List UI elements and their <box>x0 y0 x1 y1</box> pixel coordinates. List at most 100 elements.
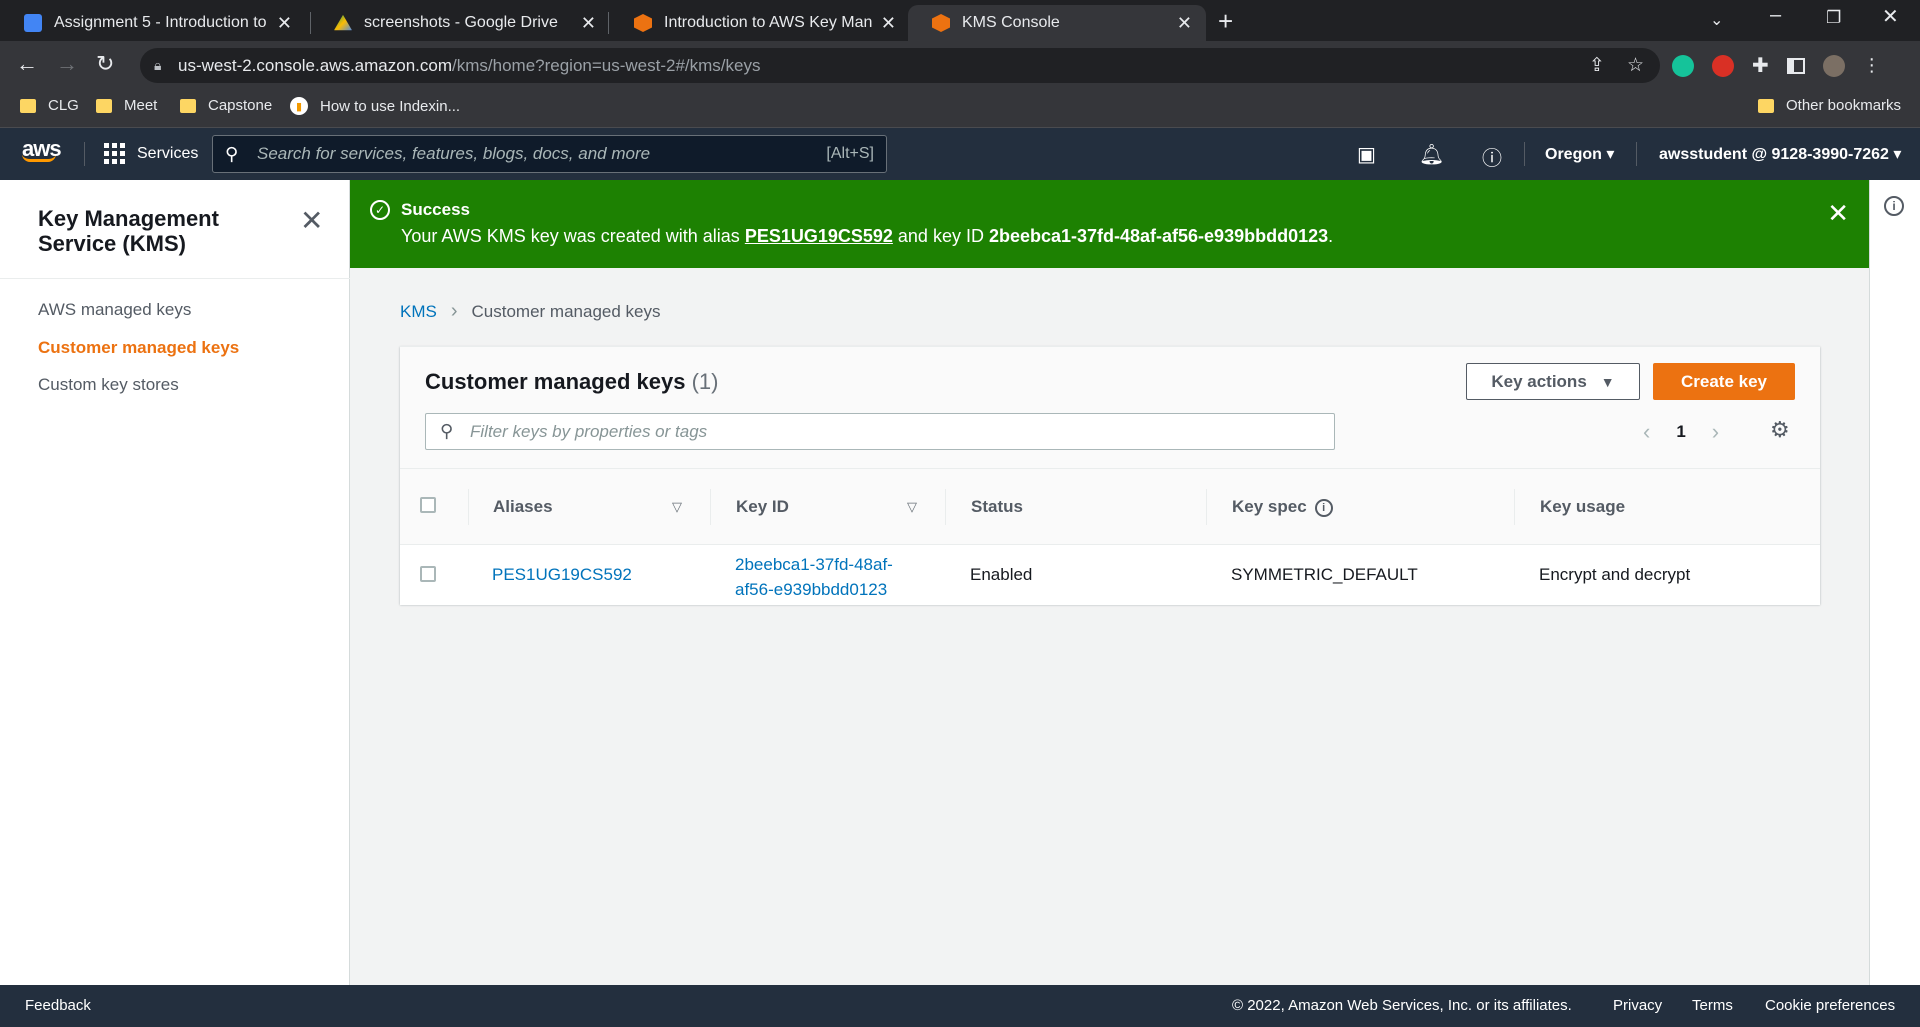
column-key-spec: Key spec i <box>1232 497 1333 517</box>
address-bar[interactable]: 🔒︎ us-west-2.console.aws.amazon.com/kms/… <box>140 48 1660 83</box>
privacy-link[interactable]: Privacy <box>1613 997 1662 1014</box>
bell-icon[interactable]: 🔔︎ <box>1419 142 1444 167</box>
tab-search-icon[interactable]: ⌄ <box>1710 10 1723 30</box>
extension-hand-icon[interactable] <box>1712 54 1734 77</box>
breadcrumb-kms[interactable]: KMS <box>400 302 437 322</box>
sort-icon[interactable]: ▽ <box>907 499 917 515</box>
browser-tab-kms-console[interactable]: KMS Console ✕ <box>908 5 1206 41</box>
flash-message: Your AWS KMS key was created with alias … <box>401 226 1334 246</box>
close-icon[interactable]: ✕ <box>881 13 896 34</box>
sidebar: Key Management Service (KMS) ✕ AWS manag… <box>0 180 350 985</box>
right-rail: i <box>1869 180 1920 985</box>
forward-icon[interactable]: → <box>56 51 78 77</box>
flash-key-id: 2beebca1-37fd-48af-af56-e939bbdd0123 <box>988 226 1329 246</box>
window-close-icon[interactable]: ✕ <box>1882 4 1899 29</box>
table-row: PES1UG19CS592 2beebca1-37fd-48af-af56-e9… <box>400 545 1820 605</box>
close-icon[interactable]: ✕ <box>300 204 323 237</box>
browser-tab-drive[interactable]: screenshots - Google Drive ✕ <box>310 5 610 41</box>
aws-top-nav: aws Services ⚲ Search for services, feat… <box>0 128 1920 180</box>
folder-icon <box>20 98 36 113</box>
success-flash: ✓ Success Your AWS KMS key was created w… <box>350 180 1869 268</box>
aws-logo[interactable]: aws <box>22 136 62 162</box>
restore-icon[interactable]: ❐ <box>1826 8 1841 28</box>
search-icon: ⚲ <box>225 144 239 164</box>
services-menu[interactable]: Services <box>104 143 198 164</box>
keys-table-panel: Customer managed keys (1) Key actions ▼ C… <box>400 346 1820 605</box>
docs-icon <box>24 14 42 32</box>
bookmarks-bar: CLG Meet Capstone ▮ How to use Indexin...… <box>0 90 1920 128</box>
help-icon[interactable]: ⓘ <box>1482 142 1502 171</box>
bookmark-meet[interactable]: Meet <box>96 97 157 114</box>
select-all-checkbox[interactable] <box>420 497 436 513</box>
key-actions-button[interactable]: Key actions ▼ <box>1466 363 1640 400</box>
column-key-id[interactable]: Key ID <box>736 497 789 517</box>
aws-icon <box>634 14 652 32</box>
bookmark-other[interactable]: Other bookmarks <box>1758 97 1901 114</box>
sort-icon[interactable]: ▽ <box>672 499 682 515</box>
terms-link[interactable]: Terms <box>1692 997 1733 1014</box>
aws-search-input[interactable]: ⚲ Search for services, features, blogs, … <box>212 135 887 173</box>
bookmark-clg[interactable]: CLG <box>20 97 79 114</box>
back-icon[interactable]: ← <box>16 51 38 77</box>
bookmark-capstone[interactable]: Capstone <box>180 97 272 114</box>
folder-icon <box>96 98 112 113</box>
new-tab-button[interactable]: + <box>1218 6 1233 37</box>
key-id-link[interactable]: 2beebca1-37fd-48af-af56-e939bbdd0123 <box>735 552 893 602</box>
grid-icon <box>104 143 125 164</box>
share-icon[interactable]: ⇪ <box>1589 54 1605 77</box>
key-count: (1) <box>691 369 719 394</box>
table-header: Aliases ▽ Key ID ▽ Status Key spec i Key … <box>400 469 1820 545</box>
check-circle-icon: ✓ <box>370 200 390 220</box>
close-icon[interactable]: ✕ <box>581 13 596 34</box>
column-key-usage: Key usage <box>1540 497 1626 516</box>
close-icon[interactable]: ✕ <box>1827 198 1849 229</box>
chevron-right-icon[interactable]: › <box>1712 419 1719 445</box>
account-menu[interactable]: awsstudent @ 9128-3990-7262 ▾ <box>1659 144 1901 164</box>
cloudshell-icon[interactable]: ▣ <box>1357 142 1376 167</box>
sidebar-item-aws-managed-keys[interactable]: AWS managed keys <box>38 300 191 320</box>
bookmark-indexing[interactable]: ▮ How to use Indexin... <box>290 97 460 115</box>
puzzle-icon[interactable]: ✚ <box>1752 53 1769 78</box>
create-key-button[interactable]: Create key <box>1653 363 1795 400</box>
region-selector[interactable]: Oregon ▾ <box>1545 144 1614 164</box>
gear-icon[interactable]: ⚙ <box>1770 417 1790 443</box>
browser-tab-assignment[interactable]: Assignment 5 - Introduction to AWS ✕ <box>0 5 306 41</box>
info-icon[interactable]: i <box>1884 196 1904 216</box>
drive-icon <box>334 14 352 31</box>
folder-icon <box>1758 98 1774 113</box>
status-value: Enabled <box>970 565 1033 584</box>
browser-tab-intro-kms[interactable]: Introduction to AWS Key Management ✕ <box>610 5 910 41</box>
flash-alias-link[interactable]: PES1UG19CS592 <box>745 226 893 246</box>
profile-avatar[interactable] <box>1822 54 1845 77</box>
flash-title: Success <box>401 200 470 219</box>
cookie-preferences-link[interactable]: Cookie preferences <box>1765 997 1895 1014</box>
footer: Feedback © 2022, Amazon Web Services, In… <box>0 985 1920 1027</box>
bookmark-star-icon[interactable]: ☆ <box>1627 54 1644 77</box>
chevron-left-icon[interactable]: ‹ <box>1643 419 1650 445</box>
grammarly-icon[interactable] <box>1672 54 1694 77</box>
lock-icon: 🔒︎ <box>154 57 162 73</box>
breadcrumb: KMS › Customer managed keys <box>400 300 661 323</box>
page-number[interactable]: 1 <box>1676 422 1685 442</box>
panel-header: Customer managed keys (1) Key actions ▼ C… <box>400 347 1820 469</box>
column-status: Status <box>971 497 1023 516</box>
sidebar-title: Key Management Service (KMS) <box>38 206 219 256</box>
filter-input[interactable]: ⚲ Filter keys by properties or tags <box>425 413 1335 450</box>
minimize-icon[interactable]: – <box>1770 4 1781 27</box>
caret-down-icon: ▼ <box>1600 373 1615 390</box>
sidebar-item-customer-managed-keys[interactable]: Customer managed keys <box>38 338 239 358</box>
info-icon[interactable]: i <box>1314 498 1333 517</box>
aws-icon <box>932 14 950 32</box>
feedback-link[interactable]: Feedback <box>25 997 91 1014</box>
row-checkbox[interactable] <box>420 566 436 582</box>
side-panel-icon[interactable] <box>1786 57 1805 74</box>
sidebar-item-custom-key-stores[interactable]: Custom key stores <box>38 375 179 395</box>
reload-icon[interactable]: ↻ <box>96 51 114 77</box>
close-icon[interactable]: ✕ <box>1177 13 1192 34</box>
chevron-right-icon: › <box>450 300 458 322</box>
alias-link[interactable]: PES1UG19CS592 <box>492 565 632 585</box>
column-aliases[interactable]: Aliases <box>493 497 553 517</box>
more-menu-icon[interactable]: ⋮ <box>1863 55 1881 76</box>
copyright: © 2022, Amazon Web Services, Inc. or its… <box>1232 997 1572 1014</box>
close-icon[interactable]: ✕ <box>277 13 292 34</box>
